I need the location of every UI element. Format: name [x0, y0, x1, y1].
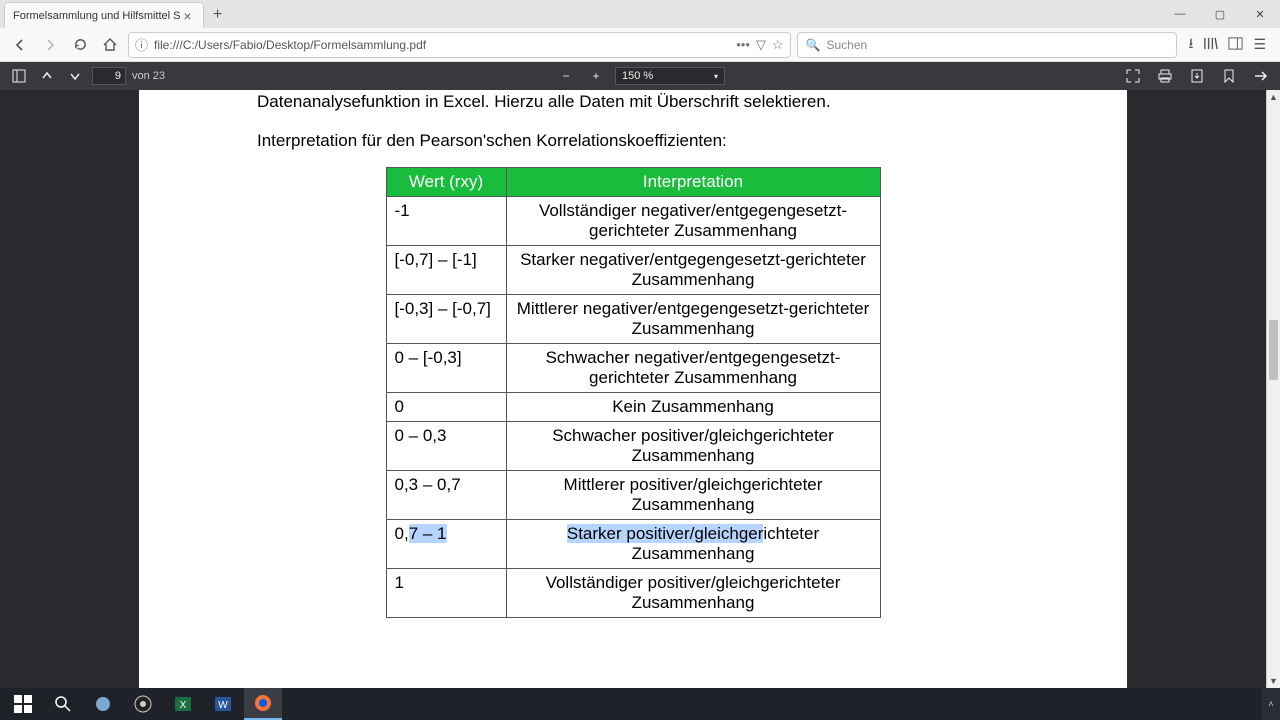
info-icon[interactable]: ⓘ: [135, 35, 148, 54]
cell-interpretation: Starker negativer/entgegengesetzt-gerich…: [506, 246, 880, 295]
reload-button[interactable]: [68, 33, 92, 57]
correlation-table: Wert (rxy) Interpretation -1Vollständige…: [386, 167, 881, 618]
close-tab-icon[interactable]: ×: [181, 9, 195, 23]
cell-value: [-0,3] – [-0,7]: [386, 295, 506, 344]
svg-text:X: X: [180, 700, 187, 711]
show-desktop-button[interactable]: ˄: [1262, 688, 1280, 720]
forward-button[interactable]: [38, 33, 62, 57]
app-icon-word[interactable]: W: [204, 688, 242, 720]
search-icon: 🔍: [806, 38, 821, 52]
menu-icon[interactable]: ☰: [1253, 36, 1266, 53]
cell-value: [-0,7] – [-1]: [386, 246, 506, 295]
page-number-input[interactable]: [92, 67, 126, 85]
scroll-down-arrow[interactable]: ▼: [1267, 674, 1280, 688]
zoom-out-button[interactable]: −: [555, 65, 577, 87]
zoom-select[interactable]: 150 % ▾: [615, 67, 725, 85]
scroll-up-arrow[interactable]: ▲: [1267, 90, 1280, 104]
vertical-scrollbar[interactable]: ▲ ▼: [1266, 90, 1280, 688]
page-down-button[interactable]: [64, 65, 86, 87]
search-field[interactable]: 🔍 Suchen: [797, 32, 1177, 58]
window-controls: — ▢ ✕: [1160, 0, 1280, 28]
table-row: 0Kein Zusammenhang: [386, 393, 880, 422]
taskbar: X W ˄: [0, 688, 1280, 720]
table-row: 0,3 – 0,7Mittlerer positiver/gleichgeric…: [386, 471, 880, 520]
cell-interpretation: Vollständiger positiver/gleichgerichtete…: [506, 569, 880, 618]
pdf-toolbar: von 23 − + 150 % ▾: [0, 62, 1280, 90]
sidebar-toggle-button[interactable]: [8, 65, 30, 87]
page-count-label: von 23: [132, 70, 165, 82]
cell-value: 0: [386, 393, 506, 422]
table-row: -1Vollständiger negativer/entgegengesetz…: [386, 197, 880, 246]
svg-text:W: W: [218, 700, 228, 711]
cell-interpretation: Starker positiver/gleichgerichteter Zusa…: [506, 520, 880, 569]
search-taskbar-button[interactable]: [44, 688, 82, 720]
app-icon-obs[interactable]: [124, 688, 162, 720]
download-button[interactable]: [1186, 65, 1208, 87]
table-row: [-0,7] – [-1]Starker negativer/entgegeng…: [386, 246, 880, 295]
chevron-down-icon: ▾: [714, 72, 718, 81]
th-interpretation: Interpretation: [506, 168, 880, 197]
table-row: 0 – [-0,3]Schwacher negativer/entgegenge…: [386, 344, 880, 393]
page-up-button[interactable]: [36, 65, 58, 87]
cell-value: 0 – [-0,3]: [386, 344, 506, 393]
cell-value: 1: [386, 569, 506, 618]
pdf-page[interactable]: Datenanalysefunktion in Excel. Hierzu al…: [139, 90, 1127, 688]
url-bar: ⓘ file:///C:/Users/Fabio/Desktop/Formels…: [0, 28, 1280, 62]
start-button[interactable]: [4, 688, 42, 720]
zoom-in-button[interactable]: +: [585, 65, 607, 87]
table-row: 0 – 0,3Schwacher positiver/gleichgericht…: [386, 422, 880, 471]
cell-value: 0,7 – 1: [386, 520, 506, 569]
tools-button[interactable]: [1250, 65, 1272, 87]
document-viewport: Datenanalysefunktion in Excel. Hierzu al…: [0, 90, 1280, 688]
cell-interpretation: Kein Zusammenhang: [506, 393, 880, 422]
zoom-value: 150 %: [622, 70, 653, 82]
url-text: file:///C:/Users/Fabio/Desktop/Formelsam…: [154, 38, 730, 52]
more-icon[interactable]: •••: [736, 37, 750, 52]
search-placeholder: Suchen: [826, 38, 867, 52]
table-row: 0,7 – 1Starker positiver/gleichgerichtet…: [386, 520, 880, 569]
app-icon-excel[interactable]: X: [164, 688, 202, 720]
table-row: [-0,3] – [-0,7]Mittlerer negativer/entge…: [386, 295, 880, 344]
cell-value: -1: [386, 197, 506, 246]
th-value: Wert (rxy): [386, 168, 506, 197]
paragraph: Datenanalysefunktion in Excel. Hierzu al…: [257, 90, 1009, 115]
tab-bar: Formelsammlung und Hilfsmittel S × + — ▢…: [0, 0, 1280, 28]
minimize-button[interactable]: —: [1160, 0, 1200, 28]
print-button[interactable]: [1154, 65, 1176, 87]
shield-icon[interactable]: ▽: [756, 37, 766, 53]
cell-interpretation: Schwacher negativer/entgegengesetzt-geri…: [506, 344, 880, 393]
bookmark-star-icon[interactable]: ☆: [772, 37, 784, 53]
cell-value: 0,3 – 0,7: [386, 471, 506, 520]
paragraph-heading: Interpretation für den Pearson'schen Kor…: [257, 129, 1009, 154]
cell-interpretation: Mittlerer positiver/gleichgerichteter Zu…: [506, 471, 880, 520]
new-tab-button[interactable]: +: [204, 2, 232, 28]
browser-tab[interactable]: Formelsammlung und Hilfsmittel S ×: [4, 2, 204, 28]
app-icon-generic[interactable]: [84, 688, 122, 720]
table-row: 1Vollständiger positiver/gleichgerichtet…: [386, 569, 880, 618]
cell-interpretation: Mittlerer negativer/entgegengesetzt-geri…: [506, 295, 880, 344]
app-icon-firefox[interactable]: [244, 688, 282, 720]
back-button[interactable]: [8, 33, 32, 57]
maximize-button[interactable]: ▢: [1200, 0, 1240, 28]
downloads-icon[interactable]: ⭳: [1189, 33, 1194, 57]
home-button[interactable]: [98, 33, 122, 57]
tab-title: Formelsammlung und Hilfsmittel S: [13, 10, 181, 22]
cell-value: 0 – 0,3: [386, 422, 506, 471]
bookmark-button[interactable]: [1218, 65, 1240, 87]
fullscreen-button[interactable]: [1122, 65, 1144, 87]
url-field[interactable]: ⓘ file:///C:/Users/Fabio/Desktop/Formels…: [128, 32, 791, 58]
close-window-button[interactable]: ✕: [1240, 0, 1280, 28]
sidebar-icon[interactable]: [1228, 36, 1243, 54]
library-icon[interactable]: [1203, 36, 1218, 54]
cell-interpretation: Schwacher positiver/gleichgerichteter Zu…: [506, 422, 880, 471]
cell-interpretation: Vollständiger negativer/entgegengesetzt-…: [506, 197, 880, 246]
scroll-thumb[interactable]: [1269, 320, 1278, 380]
